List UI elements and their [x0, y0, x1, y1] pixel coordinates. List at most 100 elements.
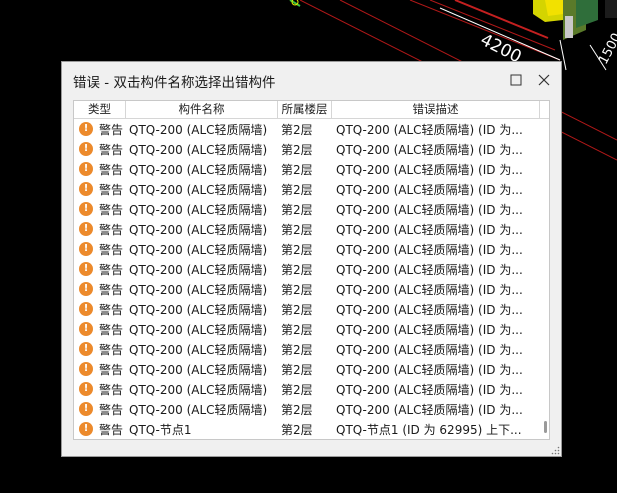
dialog-titlebar[interactable]: 错误 - 双击构件名称选择出错构件	[62, 62, 561, 98]
table-row[interactable]: ! 警告 QTQ-200 (ALC轻质隔墙) 第2层 QTQ-200 (ALC轻质隔墙)…	[74, 279, 542, 299]
column-header-type[interactable]: 类型	[74, 101, 126, 118]
maximize-icon	[510, 74, 522, 86]
error-description-cell: QTQ-200 (ALC轻质隔墙) (ID 为...	[336, 402, 523, 417]
warning-icon: !	[79, 342, 93, 356]
type-label: 警告	[99, 162, 124, 177]
component-name-cell[interactable]: QTQ-200 (ALC轻质隔墙)	[126, 241, 278, 258]
component-name-cell[interactable]: QTQ-200 (ALC轻质隔墙)	[126, 361, 278, 378]
error-description-cell: QTQ-200 (ALC轻质隔墙) (ID 为...	[336, 302, 523, 317]
component-name-cell[interactable]: QTQ-200 (ALC轻质隔墙)	[126, 301, 278, 318]
table-row[interactable]: ! 警告 QTQ-200 (ALC轻质隔墙) 第2层 QTQ-200 (ALC轻质隔墙)…	[74, 159, 542, 179]
error-description-cell: QTQ-200 (ALC轻质隔墙) (ID 为...	[336, 382, 523, 397]
floor-cell: 第2层	[281, 242, 313, 257]
table-row[interactable]: ! 警告 QTQ-200 (ALC轻质隔墙) 第2层 QTQ-200 (ALC轻质隔墙)…	[74, 299, 542, 319]
error-description-cell: QTQ-200 (ALC轻质隔墙) (ID 为...	[336, 122, 523, 137]
component-name-cell[interactable]: QTQ-200 (ALC轻质隔墙)	[126, 161, 278, 178]
warning-icon: !	[79, 142, 93, 156]
component-name-cell[interactable]: QTQ-200 (ALC轻质隔墙)	[126, 321, 278, 338]
warning-icon: !	[79, 362, 93, 376]
type-label: 警告	[99, 142, 124, 157]
component-name-cell[interactable]: QTQ-200 (ALC轻质隔墙)	[126, 261, 278, 278]
type-cell: ! 警告	[74, 361, 126, 378]
list-rows: ! 警告 QTQ-200 (ALC轻质隔墙) 第2层 QTQ-200 (ALC轻质隔墙)…	[74, 119, 542, 440]
column-header-name[interactable]: 构件名称	[126, 101, 278, 118]
floor-cell: 第2层	[281, 162, 313, 177]
component-name-cell[interactable]: QTQ-节点1	[126, 421, 278, 438]
table-row[interactable]: !警告QTQ-节点1第2层QTQ-节点1 (ID 为 62995) 上下...	[74, 419, 542, 439]
component-name-cell[interactable]: QTQ-200 (ALC轻质隔墙)	[126, 201, 278, 218]
resize-grip-icon[interactable]	[551, 446, 560, 455]
table-row[interactable]: ! 警告 QTQ-200 (ALC轻质隔墙) 第2层 QTQ-200 (ALC轻质隔墙)…	[74, 139, 542, 159]
table-row[interactable]: ! 警告 QTQ-200 (ALC轻质隔墙) 第2层 QTQ-200 (ALC轻质隔墙)…	[74, 199, 542, 219]
type-label: 警告	[99, 282, 124, 297]
floor-cell: 第2层	[281, 122, 313, 137]
warning-icon: !	[79, 302, 93, 316]
type-label: 警告	[99, 222, 124, 237]
component-name-cell[interactable]: QTQ-200 (ALC轻质隔墙)	[126, 381, 278, 398]
component-name-cell[interactable]: QTQ-200 (ALC轻质隔墙)	[126, 221, 278, 238]
component-name-cell[interactable]: QTQ-200 (ALC轻质隔墙)	[126, 121, 278, 138]
floor-cell: 第2层	[281, 262, 313, 277]
component-name-cell[interactable]: QTQ-200 (ALC轻质隔墙)	[126, 401, 278, 418]
error-description-cell: QTQ-200 (ALC轻质隔墙) (ID 为...	[336, 262, 523, 277]
warning-icon: !	[79, 242, 93, 256]
table-row[interactable]: ! 警告 QTQ-200 (ALC轻质隔墙) 第2层 QTQ-200 (ALC轻质隔墙)…	[74, 339, 542, 359]
error-list[interactable]: 类型 构件名称 所属楼层 错误描述 ! 警告 QTQ-200 (ALC轻质隔墙) 第2…	[73, 100, 550, 440]
warning-icon: !	[79, 162, 93, 176]
error-description-cell: QTQ-200 (ALC轻质隔墙) (ID 为...	[336, 222, 523, 237]
type-cell: ! 警告	[74, 121, 126, 138]
type-label: 警告	[99, 302, 124, 317]
floor-cell: 第2层	[281, 402, 313, 417]
floor-cell: 第2层	[281, 282, 313, 297]
type-label: 警告	[99, 202, 124, 217]
floor-cell: 第2层	[281, 322, 313, 337]
type-label: 警告	[99, 122, 124, 137]
table-row[interactable]: ! 警告 QTQ-200 (ALC轻质隔墙) 第2层 QTQ-200 (ALC轻质隔墙)…	[74, 119, 542, 139]
table-row[interactable]: ! 警告 QTQ-200 (ALC轻质隔墙) 第2层 QTQ-200 (ALC轻质隔墙)…	[74, 219, 542, 239]
type-label: 警告	[99, 182, 124, 197]
warning-icon: !	[79, 422, 93, 436]
list-header: 类型 构件名称 所属楼层 错误描述	[74, 101, 549, 119]
warning-icon: !	[79, 282, 93, 296]
table-row[interactable]: ! 警告 QTQ-200 (ALC轻质隔墙) 第2层 QTQ-200 (ALC轻质隔墙)…	[74, 399, 542, 419]
close-icon	[538, 74, 550, 86]
close-button[interactable]	[531, 68, 557, 92]
component-name-cell[interactable]: QTQ-200 (ALC轻质隔墙)	[126, 181, 278, 198]
column-header-floor[interactable]: 所属楼层	[278, 101, 332, 118]
scrollbar-thumb[interactable]	[544, 421, 547, 433]
table-row[interactable]: ! 警告 QTQ-200 (ALC轻质隔墙) 第2层 QTQ-200 (ALC轻质隔墙)…	[74, 239, 542, 259]
type-label: 警告	[99, 262, 124, 277]
type-cell: ! 警告	[74, 161, 126, 178]
table-row[interactable]: ! 警告 QTQ-200 (ALC轻质隔墙) 第2层 QTQ-200 (ALC轻质隔墙)…	[74, 259, 542, 279]
table-row[interactable]: !警告QTQ-节点1第2层QTQ-节点1 (ID 为 62995) 上下...	[74, 439, 542, 440]
component-name-cell[interactable]: QTQ-200 (ALC轻质隔墙)	[126, 281, 278, 298]
warning-icon: !	[79, 202, 93, 216]
table-row[interactable]: ! 警告 QTQ-200 (ALC轻质隔墙) 第2层 QTQ-200 (ALC轻质隔墙)…	[74, 379, 542, 399]
column-header-desc[interactable]: 错误描述	[332, 101, 540, 118]
floor-cell: 第2层	[281, 382, 313, 397]
table-row[interactable]: ! 警告 QTQ-200 (ALC轻质隔墙) 第2层 QTQ-200 (ALC轻质隔墙)…	[74, 179, 542, 199]
component-name-cell[interactable]: QTQ-200 (ALC轻质隔墙)	[126, 341, 278, 358]
error-description-cell: QTQ-200 (ALC轻质隔墙) (ID 为...	[336, 322, 523, 337]
error-description-cell: QTQ-200 (ALC轻质隔墙) (ID 为...	[336, 142, 523, 157]
type-cell: ! 警告	[74, 141, 126, 158]
type-label: 警告	[99, 242, 124, 257]
table-row[interactable]: ! 警告 QTQ-200 (ALC轻质隔墙) 第2层 QTQ-200 (ALC轻质隔墙)…	[74, 319, 542, 339]
component-name-cell[interactable]: QTQ-200 (ALC轻质隔墙)	[126, 141, 278, 158]
type-cell: ! 警告	[74, 261, 126, 278]
type-cell: ! 警告	[74, 181, 126, 198]
error-description-cell: QTQ-200 (ALC轻质隔墙) (ID 为...	[336, 342, 523, 357]
warning-icon: !	[79, 262, 93, 276]
table-row[interactable]: ! 警告 QTQ-200 (ALC轻质隔墙) 第2层 QTQ-200 (ALC轻质隔墙)…	[74, 359, 542, 379]
type-label: 警告	[99, 342, 124, 357]
vertical-scrollbar[interactable]	[542, 119, 549, 439]
floor-cell: 第2层	[281, 362, 313, 377]
maximize-button[interactable]	[503, 68, 529, 92]
warning-icon: !	[79, 182, 93, 196]
error-description-cell: QTQ-200 (ALC轻质隔墙) (ID 为...	[336, 362, 523, 377]
type-cell: ! 警告	[74, 401, 126, 418]
error-description-cell: QTQ-200 (ALC轻质隔墙) (ID 为...	[336, 182, 523, 197]
type-cell: ! 警告	[74, 241, 126, 258]
type-label: 警告	[99, 322, 124, 337]
dialog-title: 错误 - 双击构件名称选择出错构件	[73, 75, 276, 91]
